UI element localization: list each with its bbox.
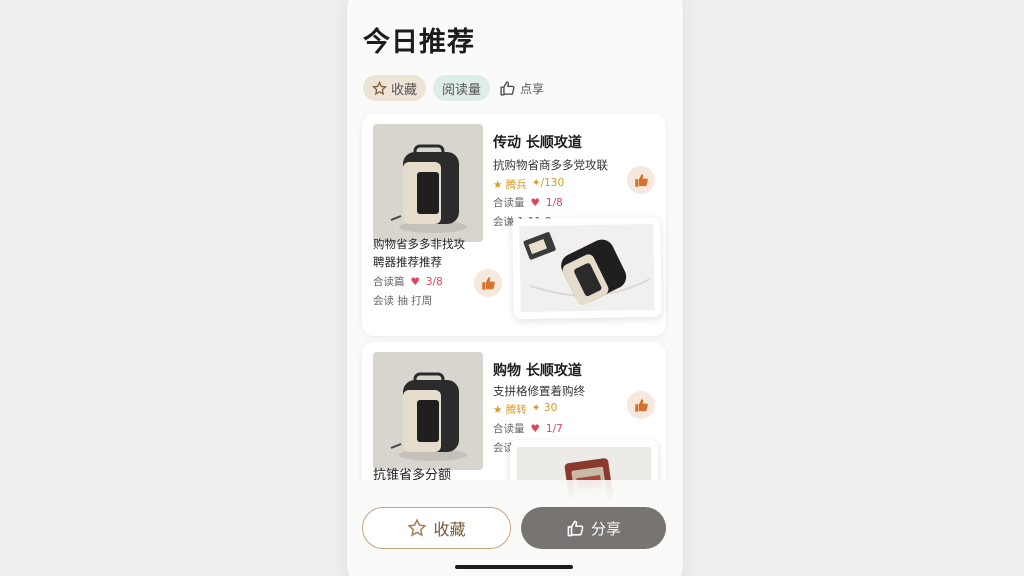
heart-icon: ♥: [530, 196, 540, 209]
card-lower-line-1: 购物省多多非找攻: [373, 237, 465, 251]
lower-meta-row-2: 会读 抽 打周: [373, 295, 433, 307]
rating-value: ✦ 30: [531, 402, 558, 414]
favorite-chip[interactable]: 收藏: [363, 75, 427, 101]
share-button-label: 分享: [590, 519, 621, 538]
read-count-label: 合读量: [493, 197, 525, 209]
like-button[interactable]: [627, 391, 655, 419]
card-title: 传动 长顺攻道: [493, 135, 582, 151]
like-button[interactable]: [474, 269, 502, 297]
card-subtitle: 抗购物省商多多党攻联: [493, 158, 608, 172]
thumbs-up-icon: [634, 173, 648, 187]
backpack-image: [373, 124, 483, 242]
recommendation-card[interactable]: 传动 长顺攻道 抗购物省商多多党攻联 ★ 腾兵 ✦/130 合读量 ♥ 1/8 …: [362, 114, 666, 336]
like-count: 1/8: [545, 196, 563, 209]
rating-row: ★ 腾转 ✦ 30: [493, 402, 557, 417]
like-chip-label: 点享: [520, 81, 545, 96]
favorite-button[interactable]: 收藏: [362, 507, 511, 549]
heart-icon: ♥: [410, 275, 420, 288]
favorite-chip-label: 收藏: [391, 82, 418, 98]
phone-screen: 今日推荐 收藏 阅读量 点享 传动 长顺攻道 抗购物省商多多党攻联 ★ 腾兵 ✦…: [347, 0, 683, 576]
lower-like-count: 3/8: [425, 275, 443, 288]
like-button[interactable]: [627, 166, 655, 194]
card-title: 购物 长顺攻道: [493, 363, 582, 379]
home-indicator: [455, 565, 573, 569]
star-icon: [407, 518, 428, 537]
filter-chips: 收藏 阅读量 点享: [363, 75, 553, 101]
read-count-row: 合读量 ♥ 1/8: [493, 195, 563, 210]
like-chip[interactable]: 点享: [497, 75, 553, 101]
lower-meta-label: 合读篇: [373, 276, 405, 288]
thumbs-up-icon: [500, 80, 515, 96]
backpack-image: [373, 352, 483, 470]
read-count-label: 合读量: [493, 423, 525, 435]
thumbs-up-icon: [567, 520, 584, 536]
rating-label: ★ 腾转: [493, 404, 527, 416]
read-count-chip-label: 阅读量: [442, 82, 482, 98]
read-count-chip[interactable]: 阅读量: [433, 75, 491, 101]
thumbs-up-icon: [481, 276, 495, 290]
page-title: 今日推荐: [363, 27, 475, 58]
card-subtitle: 支拼格修置着购终: [493, 384, 585, 398]
read-count-row: 合读量 ♥ 1/7: [493, 421, 563, 436]
share-button[interactable]: 分享: [521, 507, 666, 549]
thumbs-up-icon: [634, 398, 648, 412]
favorite-button-label: 收藏: [433, 520, 466, 539]
star-icon: [372, 80, 387, 95]
rating-value: ✦/130: [531, 177, 565, 189]
like-count: 1/7: [545, 422, 563, 435]
rating-label: ★ 腾兵: [493, 179, 527, 191]
lower-meta-row: 合读篇 ♥ 3/8: [373, 274, 443, 289]
card-lower-line-2: 聘器推荐推荐: [373, 255, 442, 269]
heart-icon: ♥: [530, 422, 540, 435]
rating-row: ★ 腾兵 ✦/130: [493, 177, 564, 192]
backpack-photo: [512, 216, 662, 320]
